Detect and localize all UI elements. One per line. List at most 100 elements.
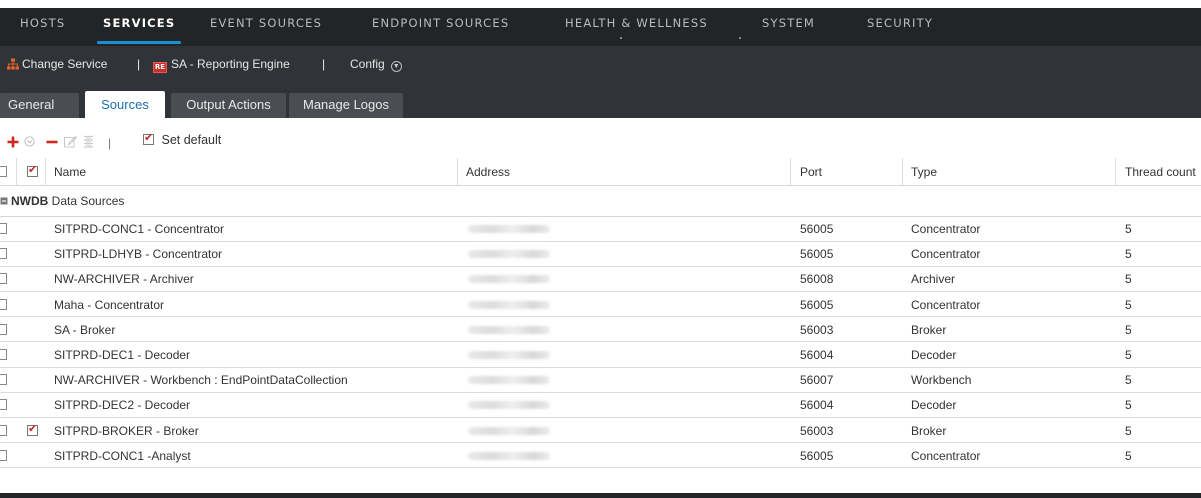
table-row[interactable]: SITPRD-BROKER - Broker 56003 Broker 5 [0, 418, 1201, 444]
cell-port: 56005 [800, 222, 834, 236]
set-default-button[interactable]: Set default [143, 131, 222, 147]
cell-address-redacted [468, 275, 550, 284]
service-bar: Change Service | RE SA - Reporting Engine… [0, 46, 1201, 84]
set-default-checkbox-icon [143, 131, 154, 145]
toolbar-separator: | [108, 136, 112, 150]
cell-address-redacted [468, 325, 550, 334]
cell-name: NW-ARCHIVER - Archiver [54, 272, 194, 287]
cell-type: Concentrator [911, 297, 981, 312]
bottom-bar [0, 493, 1201, 498]
column-divider [45, 158, 46, 186]
nav-security[interactable]: SECURITY [867, 8, 933, 46]
nav-health-wellness[interactable]: HEALTH & WELLNESS [565, 8, 708, 46]
service-name: SA - Reporting Engine [171, 57, 290, 71]
config-menu[interactable]: Config ▼ [350, 46, 402, 84]
row-select-checkbox[interactable] [0, 323, 7, 335]
column-divider [902, 158, 903, 186]
cell-address-redacted [468, 225, 550, 233]
cell-address-redacted [468, 250, 550, 259]
cell-name: SITPRD-BROKER - Broker [54, 423, 199, 438]
add-icon[interactable] [7, 136, 19, 148]
remove-icon[interactable] [46, 136, 58, 148]
row-select-checkbox[interactable] [0, 298, 7, 310]
cell-name: SA - Broker [54, 322, 116, 337]
config-label: Config [350, 57, 385, 71]
cell-address-redacted [468, 351, 550, 359]
cell-port: 56005 [800, 247, 834, 262]
row-select-checkbox[interactable] [0, 248, 7, 260]
cell-type: Broker [911, 423, 947, 438]
tab-general[interactable]: General [0, 93, 79, 118]
cell-type: Decoder [911, 348, 957, 362]
table-row[interactable]: SITPRD-LDHYB - Concentrator 56005 Concentr… [0, 242, 1201, 267]
select-all-checkbox[interactable] [0, 166, 7, 177]
health-menu-indicator [739, 37, 741, 39]
column-header-address[interactable]: Address [466, 158, 510, 186]
row-select-checkbox[interactable] [0, 223, 7, 234]
table-row[interactable]: NW-ARCHIVER - Workbench : EndPointDataCo… [0, 368, 1201, 393]
nav-event-sources[interactable]: EVENT SOURCES [210, 8, 322, 46]
nav-endpoint-sources[interactable]: ENDPOINT SOURCES [372, 8, 509, 46]
cell-name: SITPRD-LDHYB - Concentrator [54, 247, 223, 262]
default-column-checkbox[interactable] [27, 163, 38, 177]
cell-thread-count: 5 [1125, 448, 1132, 463]
cell-name: SITPRD-DEC2 - Decoder [54, 398, 191, 413]
row-default-checkbox[interactable] [27, 422, 38, 436]
current-service[interactable]: RE SA - Reporting Engine [153, 46, 290, 84]
edit-icon[interactable] [64, 135, 77, 148]
cell-type: Concentrator [911, 222, 981, 236]
column-header-type[interactable]: Type [911, 158, 937, 186]
nav-services[interactable]: SERVICES [96, 8, 182, 46]
change-service-label: Change Service [22, 57, 108, 71]
row-select-checkbox[interactable] [0, 349, 7, 360]
cell-thread-count: 5 [1125, 398, 1132, 413]
cell-thread-count: 5 [1125, 322, 1132, 337]
separator: | [322, 57, 326, 71]
add-dropdown-chevron-icon[interactable] [24, 136, 35, 147]
cell-thread-count: 5 [1125, 222, 1132, 236]
cell-port: 56004 [800, 398, 834, 413]
nav-hosts[interactable]: HOSTS [20, 8, 65, 46]
table-row[interactable]: SITPRD-DEC2 - Decoder 56004 Decoder 5 [0, 393, 1201, 418]
column-divider [457, 158, 458, 186]
cell-type: Broker [911, 322, 947, 337]
table-row[interactable]: SITPRD-CONC1 - Concentrator 56005 Concentr… [0, 217, 1201, 242]
cell-port: 56005 [800, 297, 834, 312]
column-header-name[interactable]: Name [54, 158, 86, 186]
nav-system[interactable]: SYSTEM [762, 8, 815, 46]
health-dropdown-indicator [620, 37, 622, 39]
row-select-checkbox[interactable] [0, 374, 7, 386]
row-select-checkbox[interactable] [0, 424, 7, 436]
table-row[interactable]: SITPRD-DEC1 - Decoder 56004 Decoder 5 [0, 343, 1201, 368]
table-row[interactable]: SITPRD-CONC1 -Analyst 56005 Concentrator 5 [0, 443, 1201, 469]
table-row[interactable]: Maha - Concentrator 56005 Concentrator 5 [0, 292, 1201, 318]
row-select-checkbox[interactable] [0, 399, 7, 411]
group-header-nwdb[interactable]: NWDB Data Sources [0, 186, 1201, 217]
stack-icon[interactable] [83, 135, 94, 148]
tab-output-actions[interactable]: Output Actions [171, 93, 286, 118]
hierarchy-icon [7, 58, 19, 70]
separator: | [137, 57, 141, 71]
cell-port: 56007 [800, 373, 834, 388]
column-header-port[interactable]: Port [800, 158, 822, 186]
sources-table-header: Name Address Port Type Thread count [0, 158, 1201, 186]
sources-toolbar: | Set default [0, 118, 1201, 158]
cell-name: SITPRD-CONC1 - Concentrator [54, 222, 225, 236]
cell-address-redacted [468, 300, 550, 309]
column-header-thread-count[interactable]: Thread count [1125, 158, 1196, 186]
cell-name: Maha - Concentrator [54, 297, 165, 312]
cell-type: Decoder [911, 398, 957, 413]
tab-manage-logos[interactable]: Manage Logos [289, 93, 403, 118]
change-service-button[interactable]: Change Service [7, 46, 107, 84]
row-select-checkbox[interactable] [0, 273, 7, 285]
cell-thread-count: 5 [1125, 423, 1132, 438]
collapse-icon[interactable] [0, 197, 8, 205]
tab-sources[interactable]: Sources [85, 91, 165, 118]
top-navigation: HOSTS SERVICES EVENT SOURCES ENDPOINT SO… [0, 8, 1201, 46]
cell-type: Workbench [911, 373, 972, 388]
set-default-label: Set default [161, 133, 222, 147]
table-row[interactable]: SA - Broker 56003 Broker 5 [0, 317, 1201, 343]
table-row[interactable]: NW-ARCHIVER - Archiver 56008 Archiver 5 [0, 267, 1201, 292]
row-select-checkbox[interactable] [0, 449, 7, 461]
column-divider [790, 158, 791, 186]
